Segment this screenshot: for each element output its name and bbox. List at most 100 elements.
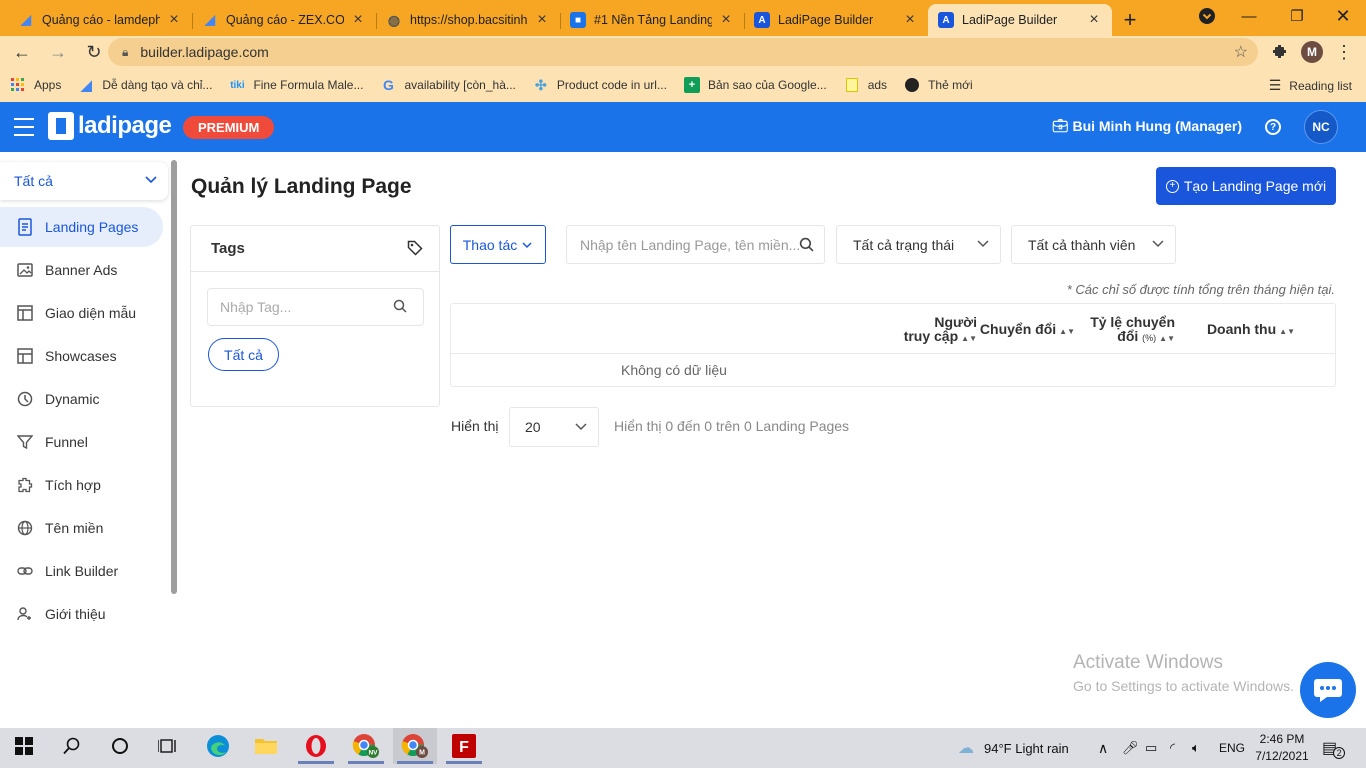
file-explorer-icon[interactable] bbox=[244, 728, 288, 764]
close-icon[interactable]: × bbox=[1086, 11, 1102, 29]
chrome-profile-m-icon[interactable]: M bbox=[393, 728, 437, 764]
user-account[interactable]: 💼︎ Bui Minh Hung (Manager) bbox=[1052, 118, 1242, 134]
profile-avatar[interactable]: M bbox=[1301, 41, 1323, 63]
column-label: truy cập bbox=[903, 328, 959, 344]
sidebar-item-domains[interactable]: Tên miền bbox=[0, 508, 163, 548]
close-icon[interactable]: × bbox=[350, 11, 366, 29]
url-text: builder.ladipage.com bbox=[140, 44, 269, 60]
hamburger-menu-icon[interactable] bbox=[14, 118, 34, 136]
bookmark-label: Bản sao của Google... bbox=[707, 78, 827, 92]
column-header-visitors[interactable]: Người truy cập ▲▼ bbox=[904, 315, 977, 346]
bookmark-item[interactable]: Thẻ mới bbox=[904, 77, 973, 93]
browser-tab[interactable]: ◢ Quảng cáo - ZEX.COM × bbox=[192, 4, 376, 36]
column-header-conversions[interactable]: Chuyển đổi ▲▼ bbox=[980, 322, 1075, 339]
tag-search-input[interactable]: Nhập Tag... bbox=[207, 288, 424, 326]
edge-browser-icon[interactable] bbox=[196, 728, 240, 764]
member-filter-select[interactable]: Tất cả thành viên bbox=[1011, 225, 1176, 264]
chat-support-button[interactable] bbox=[1300, 662, 1356, 718]
notification-center[interactable]: ▤ 2 bbox=[1322, 728, 1346, 768]
sidebar-scrollbar[interactable] bbox=[171, 160, 177, 594]
folder-icon bbox=[844, 77, 860, 93]
microphone-icon[interactable]: 🎤︎ bbox=[1122, 728, 1139, 768]
bookmark-item[interactable]: + Bản sao của Google... bbox=[683, 77, 827, 93]
close-icon[interactable]: × bbox=[534, 11, 550, 29]
column-header-revenue[interactable]: Doanh thu ▲▼ bbox=[1207, 322, 1295, 339]
bookmark-apps[interactable]: Apps bbox=[10, 77, 61, 93]
sidebar-item-funnel[interactable]: Funnel bbox=[0, 422, 163, 462]
battery-icon[interactable]: ▭ bbox=[1145, 728, 1157, 768]
help-icon[interactable]: ? bbox=[1265, 119, 1281, 135]
page-size-select[interactable]: 20 bbox=[509, 407, 599, 447]
reload-icon[interactable]: ↻ bbox=[78, 36, 110, 68]
svg-text:F: F bbox=[459, 739, 469, 756]
volume-icon[interactable]: 🔈︎ bbox=[1192, 728, 1200, 768]
sidebar-item-link-builder[interactable]: Link Builder bbox=[0, 551, 163, 591]
menu-kebab-icon[interactable]: ⋮ bbox=[1332, 40, 1356, 64]
close-icon[interactable]: × bbox=[166, 11, 182, 29]
browser-tab[interactable]: A LadiPage Builder × bbox=[744, 4, 928, 36]
sidebar-item-landing-pages[interactable]: Landing Pages bbox=[0, 207, 163, 247]
avatar[interactable]: NC bbox=[1304, 110, 1338, 144]
filezilla-icon[interactable]: F bbox=[442, 728, 486, 764]
windows-start-icon[interactable] bbox=[2, 728, 46, 764]
minimize-icon[interactable]: — bbox=[1226, 0, 1272, 32]
bookmark-star-icon[interactable]: ☆ bbox=[1234, 42, 1248, 62]
sidebar-item-label: Landing Pages bbox=[45, 219, 139, 235]
browser-tab[interactable]: ◢ Quảng cáo - lamdeph × bbox=[8, 4, 192, 36]
extensions-icon[interactable] bbox=[1268, 40, 1292, 64]
tab-search-icon[interactable] bbox=[1184, 0, 1230, 32]
svg-text:NV: NV bbox=[368, 750, 378, 757]
bookmark-item[interactable]: tiki Fine Formula Male... bbox=[229, 77, 363, 93]
close-icon[interactable]: × bbox=[718, 11, 734, 29]
browser-tab[interactable]: ■ #1 Nền Tảng Landing × bbox=[560, 4, 744, 36]
reading-list[interactable]: ☰ Reading list bbox=[1269, 77, 1352, 94]
actions-label: Thao tác bbox=[462, 236, 518, 253]
wifi-icon[interactable]: ◜ bbox=[1170, 728, 1175, 768]
ladipage-logo-icon bbox=[48, 112, 74, 140]
sidebar-item-dynamic[interactable]: Dynamic bbox=[0, 379, 163, 419]
create-landing-page-button[interactable]: + Tạo Landing Page mới bbox=[1156, 167, 1336, 205]
sidebar-item-referral[interactable]: Giới thiệu bbox=[0, 594, 163, 634]
actions-dropdown[interactable]: Thao tác bbox=[450, 225, 546, 264]
chrome-profile-nv-icon[interactable]: NV bbox=[344, 728, 388, 764]
opera-browser-icon[interactable] bbox=[294, 728, 338, 764]
weather-widget[interactable]: ☁︎ 94°F Light rain bbox=[958, 728, 1069, 768]
tag-chip-all[interactable]: Tất cả bbox=[208, 338, 279, 371]
metrics-note: * Các chỉ số được tính tổng trên tháng h… bbox=[1066, 282, 1335, 297]
window-close-icon[interactable]: ✕ bbox=[1320, 0, 1366, 32]
language-indicator[interactable]: ENG bbox=[1219, 728, 1245, 768]
workspace-filter-select[interactable]: Tất cả bbox=[0, 162, 168, 200]
url-bar[interactable]: 🔒︎ builder.ladipage.com ☆ bbox=[108, 38, 1258, 66]
status-filter-select[interactable]: Tất cả trạng thái bbox=[836, 225, 1001, 264]
search-icon[interactable] bbox=[50, 728, 94, 764]
sidebar-item-templates[interactable]: Giao diện mẫu bbox=[0, 293, 163, 333]
system-clock[interactable]: 2:46 PM 7/12/2021 bbox=[1252, 731, 1312, 765]
document-icon bbox=[16, 218, 34, 236]
bookmark-label: ads bbox=[867, 78, 888, 92]
restore-icon[interactable]: ❐ bbox=[1274, 0, 1320, 32]
bookmark-item[interactable]: ads bbox=[844, 77, 887, 93]
ladipage-logo[interactable]: ladipage bbox=[48, 112, 172, 140]
bookmark-item[interactable]: ◢ Dễ dàng tạo và chỉ... bbox=[78, 77, 212, 93]
browser-tab-active[interactable]: A LadiPage Builder × bbox=[928, 4, 1112, 36]
cortana-icon[interactable] bbox=[98, 728, 142, 764]
column-header-conversion-rate[interactable]: Tỷ lệ chuyển đổi (%) ▲▼ bbox=[1090, 315, 1175, 346]
ladipage-builder-icon: A bbox=[754, 12, 770, 28]
landing-page-search-input[interactable]: Nhập tên Landing Page, tên miền... bbox=[566, 225, 825, 264]
back-icon[interactable]: ← bbox=[6, 36, 38, 68]
apps-grid-icon bbox=[10, 77, 26, 93]
sidebar-item-showcases[interactable]: Showcases bbox=[0, 336, 163, 376]
bookmark-item[interactable]: ✣ Product code in url... bbox=[533, 77, 667, 93]
tab-title: LadiPage Builder bbox=[962, 13, 1058, 27]
task-view-icon[interactable] bbox=[146, 728, 190, 764]
bookmark-item[interactable]: G availability [còn_hà... bbox=[380, 77, 516, 93]
tag-icon[interactable] bbox=[407, 240, 423, 260]
tab-title: LadiPage Builder bbox=[778, 13, 874, 27]
forward-icon[interactable]: → bbox=[42, 36, 74, 68]
sidebar-item-banner-ads[interactable]: Banner Ads bbox=[0, 250, 163, 290]
browser-tab[interactable]: ◍ https://shop.bacsitinh × bbox=[376, 4, 560, 36]
sidebar-item-integrations[interactable]: Tích hợp bbox=[0, 465, 163, 505]
close-icon[interactable]: × bbox=[902, 11, 918, 29]
show-hidden-icons[interactable]: ∧ bbox=[1098, 728, 1108, 768]
new-tab-button[interactable]: + bbox=[1112, 4, 1148, 36]
